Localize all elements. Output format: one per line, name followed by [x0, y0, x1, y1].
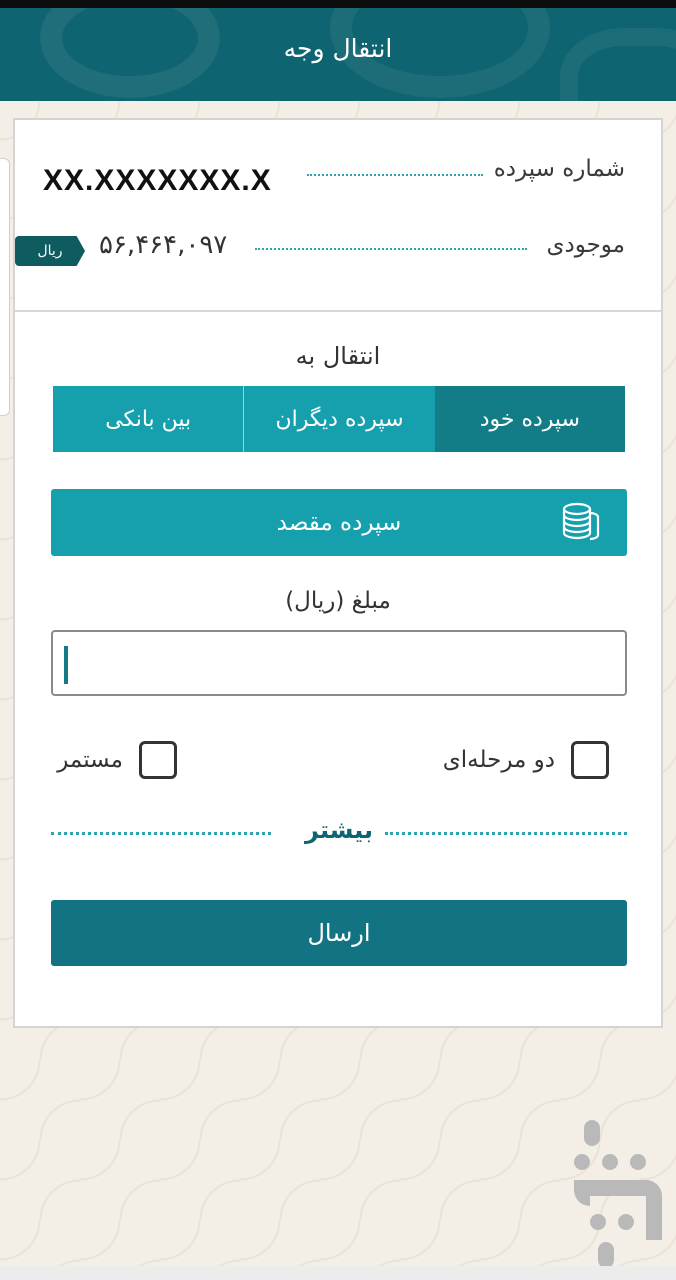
text-cursor [64, 646, 68, 684]
tab-own-account[interactable]: سپرده خود [434, 386, 625, 452]
amount-input[interactable] [51, 630, 627, 696]
destination-account-label: سپرده مقصد [276, 509, 402, 536]
account-number-label: شماره سپرده [493, 156, 625, 182]
bazaar-logo-icon [574, 1120, 662, 1268]
transfer-type-tabs: سپرده خود سپرده دیگران بین بانکی [53, 386, 625, 452]
destination-account-button[interactable]: سپرده مقصد [51, 489, 627, 556]
two-step-checkbox[interactable] [571, 741, 609, 779]
recurring-checkbox[interactable] [139, 741, 177, 779]
account-number-value: XX.XXXXXXX.X [43, 164, 272, 197]
side-drawer-handle[interactable] [0, 158, 10, 416]
status-bar [0, 0, 676, 8]
section-divider [15, 310, 661, 312]
balance-leader [255, 248, 527, 250]
recurring-label: مستمر [57, 747, 123, 773]
recurring-option[interactable]: مستمر [57, 738, 177, 782]
two-step-option[interactable]: دو مرحله‌ای [443, 738, 609, 782]
more-label: بیشتر [305, 816, 373, 844]
balance-label: موجودی [546, 232, 625, 258]
two-step-label: دو مرحله‌ای [442, 747, 555, 773]
amount-label: مبلغ (ریال) [285, 588, 391, 614]
transfer-to-label: انتقال به [295, 342, 381, 370]
app-header: انتقال وجه [0, 8, 676, 101]
transfer-card: شماره سپرده XX.XXXXXXX.X موجودی ۵۶,۴۶۴,۰… [13, 118, 663, 1028]
tab-interbank[interactable]: بین بانکی [53, 386, 244, 452]
send-button[interactable]: ارسال [51, 900, 627, 966]
more-options-toggle[interactable]: بیشتر [51, 814, 627, 854]
page-title: انتقال وجه [283, 34, 393, 63]
tab-other-accounts[interactable]: سپرده دیگران [243, 386, 435, 452]
balance-value: ۵۶,۴۶۴,۰۹۷ [99, 230, 228, 260]
coins-stack-icon [562, 502, 600, 541]
navigation-bar [0, 1266, 676, 1280]
currency-badge: ریال [15, 236, 85, 266]
account-number-leader [307, 174, 483, 176]
